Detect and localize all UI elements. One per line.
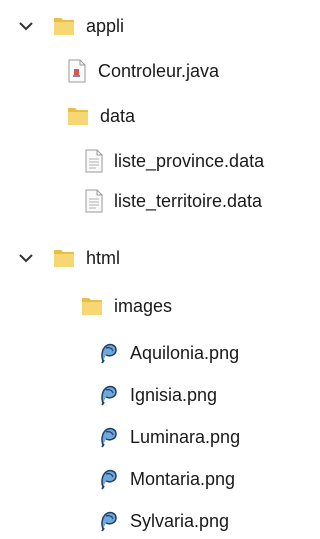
tree-item-liste-territoire[interactable]: liste_territoire.data xyxy=(84,183,262,219)
tree-item-liste-province[interactable]: liste_province.data xyxy=(84,143,264,179)
tree-item-aquilonia[interactable]: Aquilonia.png xyxy=(98,335,239,371)
tree-item-label: html xyxy=(86,248,121,268)
tree-item-data[interactable]: data xyxy=(66,98,135,134)
chevron-down-icon[interactable] xyxy=(18,250,34,266)
tree-item-label: Sylvaria.png xyxy=(130,511,230,531)
tree-item-label: appli xyxy=(86,16,125,36)
folder-icon xyxy=(80,294,104,318)
data-file-icon xyxy=(84,189,104,213)
tree-item-luminara[interactable]: Luminara.png xyxy=(98,419,240,455)
tree-item-label: Ignisia.png xyxy=(130,385,218,405)
chevron-down-icon[interactable] xyxy=(18,18,34,34)
png-file-icon xyxy=(98,468,120,490)
tree-item-label: Montaria.png xyxy=(130,469,236,489)
tree-item-montaria[interactable]: Montaria.png xyxy=(98,461,235,497)
folder-icon xyxy=(52,14,76,38)
folder-icon xyxy=(66,104,90,128)
png-file-icon xyxy=(98,384,120,406)
tree-item-label: Aquilonia.png xyxy=(130,343,240,363)
tree-item-label: Controleur.java xyxy=(98,61,220,81)
tree-item-sylvaria[interactable]: Sylvaria.png xyxy=(98,503,229,539)
tree-item-label: data xyxy=(100,106,136,126)
tree-item-ignisia[interactable]: Ignisia.png xyxy=(98,377,217,413)
tree-item-label: Luminara.png xyxy=(130,427,241,447)
png-file-icon xyxy=(98,342,120,364)
file-tree: appli Controleur.java data liste_provinc… xyxy=(0,0,318,535)
tree-item-appli[interactable]: appli xyxy=(18,8,124,44)
tree-item-html[interactable]: html xyxy=(18,240,120,276)
tree-item-label: images xyxy=(114,296,173,316)
folder-icon xyxy=(52,246,76,270)
tree-item-controleur-java[interactable]: Controleur.java xyxy=(66,53,219,89)
data-file-icon xyxy=(84,149,104,173)
png-file-icon xyxy=(98,426,120,448)
java-file-icon xyxy=(66,59,88,83)
tree-item-images[interactable]: images xyxy=(80,288,172,324)
tree-item-label: liste_territoire.data xyxy=(114,191,263,211)
png-file-icon xyxy=(98,510,120,532)
tree-item-label: liste_province.data xyxy=(114,151,265,171)
